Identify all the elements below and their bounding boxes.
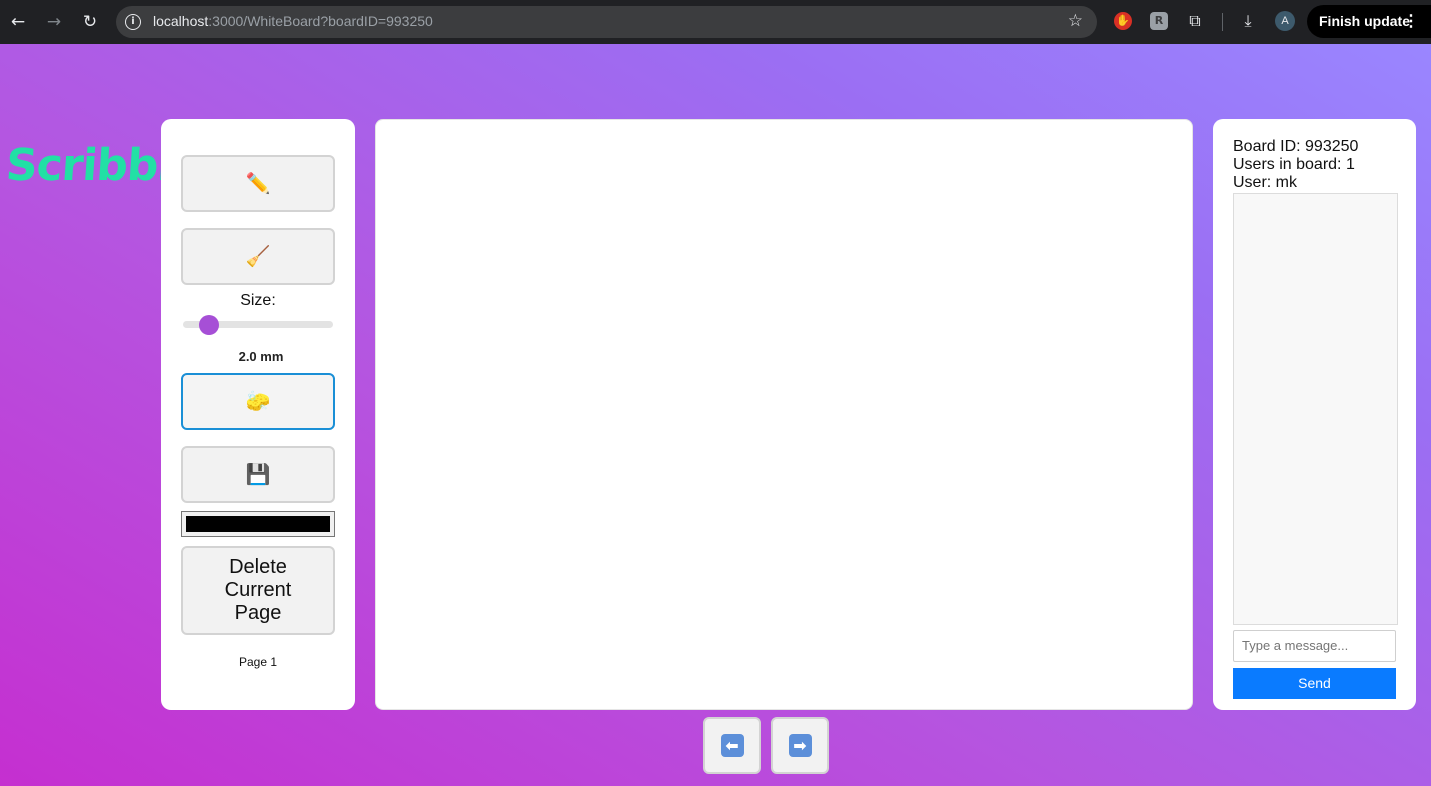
color-swatch — [186, 516, 330, 532]
previous-page-button[interactable]: ⬅ — [703, 717, 761, 774]
color-picker[interactable] — [181, 511, 335, 537]
toolbar-divider — [1222, 13, 1223, 31]
menu-dots-icon[interactable]: ⋮ — [1403, 5, 1419, 38]
back-icon[interactable]: ← — [7, 11, 29, 33]
chat-messages[interactable] — [1233, 193, 1398, 625]
next-page-button[interactable]: ➡ — [771, 717, 829, 774]
broom-icon: 🧹 — [245, 244, 271, 268]
finish-update-label: Finish update — [1319, 13, 1410, 29]
finish-update-button[interactable]: Finish update ⋮ — [1307, 5, 1431, 38]
bookmark-star-icon[interactable]: ☆ — [1068, 11, 1083, 31]
board-info-panel: Board ID: 993250 Users in board: 1 User:… — [1213, 119, 1416, 710]
left-arrow-icon: ⬅ — [720, 734, 744, 758]
floppy-disk-icon: 💾 — [245, 462, 271, 486]
right-arrow-icon: ➡ — [788, 734, 812, 758]
send-button[interactable]: Send — [1233, 668, 1396, 699]
size-value: 2.0 mm — [238, 349, 284, 364]
save-button[interactable]: 💾 — [181, 446, 335, 503]
browser-toolbar: ← → ↻ i localhost:3000/WhiteBoard?boardI… — [0, 0, 1431, 44]
page-indicator: Page 1 — [238, 655, 278, 669]
pencil-icon: ✏️ — [245, 171, 271, 195]
sponge-eraser-button[interactable]: 🧽 — [181, 373, 335, 430]
site-info-icon[interactable]: i — [125, 14, 141, 30]
url-text[interactable]: localhost:3000/WhiteBoard?boardID=993250 — [153, 13, 433, 29]
tool-panel: ✏️ 🧹 Size: 2.0 mm 🧽 💾 Delete Current Pag… — [161, 119, 355, 710]
board-id: Board ID: 993250 — [1233, 138, 1359, 155]
users-count: Users in board: 1 — [1233, 156, 1355, 173]
broom-button[interactable]: 🧹 — [181, 228, 335, 285]
size-label: Size: — [240, 292, 276, 309]
extension-grey-icon[interactable]: R — [1150, 12, 1168, 30]
app-page: Scribbl ✏️ 🧹 Size: 2.0 mm 🧽 💾 Delete Cur… — [0, 44, 1431, 786]
extension-red-icon[interactable]: ✋ — [1114, 12, 1132, 30]
pencil-button[interactable]: ✏️ — [181, 155, 335, 212]
profile-avatar[interactable]: A — [1275, 11, 1295, 31]
drawing-canvas[interactable] — [375, 119, 1193, 710]
puzzle-icon[interactable]: ⧉ — [1186, 12, 1204, 30]
current-user: User: mk — [1233, 174, 1297, 191]
download-icon[interactable]: ⤓ — [1239, 12, 1257, 30]
scribbl-logo: Scribbl — [4, 140, 174, 191]
address-bar[interactable]: i localhost:3000/WhiteBoard?boardID=9932… — [116, 6, 1097, 38]
reload-icon[interactable]: ↻ — [79, 11, 101, 33]
forward-icon[interactable]: → — [43, 11, 65, 33]
chat-message-input[interactable]: Type a message... — [1233, 630, 1396, 662]
size-slider-thumb[interactable] — [198, 315, 219, 335]
sponge-icon: 🧽 — [245, 389, 271, 413]
delete-page-button[interactable]: Delete Current Page — [181, 546, 335, 635]
